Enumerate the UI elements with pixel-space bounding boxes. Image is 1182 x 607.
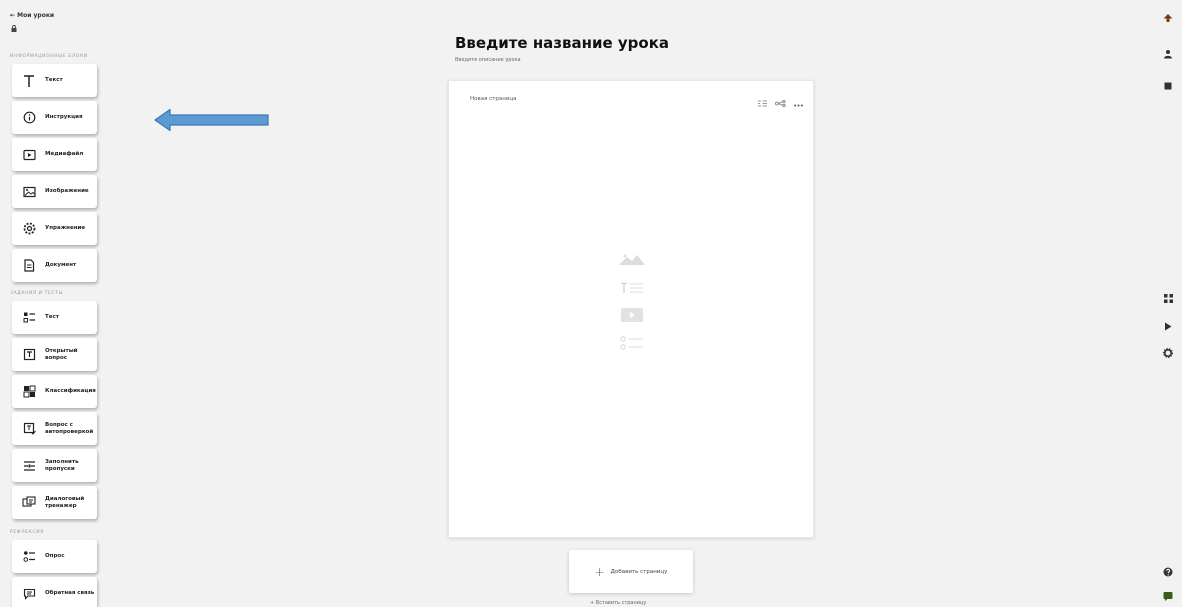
page-structure-icon[interactable]: [758, 92, 767, 111]
page-toolbar: [758, 92, 803, 111]
block-label: Обратная связь: [45, 590, 95, 597]
exercise-icon: [22, 222, 36, 236]
page-branch-icon[interactable]: [775, 92, 786, 111]
block-label: Медиафайл: [45, 151, 84, 158]
play-icon[interactable]: [1162, 320, 1174, 332]
chat-icon[interactable]: [1162, 590, 1174, 602]
block-label: Открытый вопрос: [45, 348, 78, 361]
block-label: Опрос: [45, 553, 65, 560]
info-icon: [22, 111, 36, 125]
media-icon: [22, 148, 36, 162]
list-placeholder-icon: [620, 335, 644, 354]
block-label: Текст: [45, 77, 63, 84]
insert-page-link[interactable]: + Вставить страницу: [590, 600, 646, 606]
help-icon[interactable]: [1162, 566, 1174, 578]
block-label: Классификация: [45, 388, 96, 395]
empty-page-placeholder: [614, 251, 650, 354]
block-label: Заполнить пропуски: [45, 459, 79, 472]
test-icon: [22, 311, 36, 325]
block-label: Упражнение: [45, 225, 86, 232]
image-icon: [22, 185, 36, 199]
block-label: Вопрос с автопроверкой: [45, 422, 94, 435]
block-media[interactable]: Медиафайл: [12, 138, 97, 171]
block-poll[interactable]: Опрос: [12, 540, 97, 573]
left-sidebar: ← Мои уроки информационные блоки Текст И…: [0, 0, 120, 607]
user-icon[interactable]: [1162, 48, 1174, 60]
section-reflection: рефлексия: [10, 530, 44, 535]
gear-icon[interactable]: [1162, 347, 1174, 359]
block-document[interactable]: Документ: [12, 249, 97, 282]
block-label: Документ: [45, 262, 77, 269]
lock-icon[interactable]: [11, 25, 17, 34]
lesson-description-input[interactable]: Введите описание урока: [455, 57, 521, 63]
upload-icon[interactable]: [1162, 12, 1174, 24]
block-autocheck-question[interactable]: Вопрос с автопроверкой: [12, 412, 97, 445]
classification-icon: [22, 385, 36, 399]
block-label: Тест: [45, 314, 59, 321]
back-to-lessons-link[interactable]: ← Мои уроки: [10, 12, 54, 19]
block-label: Диалоговый тренажер: [45, 496, 85, 509]
video-placeholder-icon: [621, 307, 643, 326]
document-icon: [22, 259, 36, 273]
more-icon[interactable]: [794, 92, 803, 111]
block-label: Инструкция: [45, 114, 83, 121]
block-text[interactable]: Текст: [12, 64, 97, 97]
poll-icon: [22, 550, 36, 564]
autocheck-icon: [22, 422, 36, 436]
block-instruction[interactable]: Инструкция: [12, 101, 97, 134]
stop-icon[interactable]: [1162, 80, 1174, 92]
text-placeholder-icon: [620, 279, 644, 298]
block-exercise[interactable]: Упражнение: [12, 212, 97, 245]
add-page-label: Добавить страницу: [610, 568, 668, 575]
block-test[interactable]: Тест: [12, 301, 97, 334]
block-image[interactable]: Изображение: [12, 175, 97, 208]
block-label: Изображение: [45, 188, 89, 195]
lesson-title-input[interactable]: Введите название урока: [455, 34, 669, 52]
block-classification[interactable]: Классификация: [12, 375, 97, 408]
grid-icon[interactable]: [1162, 292, 1174, 304]
right-toolbar: [1154, 0, 1182, 607]
section-tasks: задания и тесты: [10, 291, 64, 296]
block-feedback[interactable]: Обратная связь: [12, 577, 97, 607]
section-info-blocks: информационные блоки: [10, 54, 88, 59]
text-icon: [22, 74, 36, 88]
open-question-icon: [22, 348, 36, 362]
annotation-arrow: [154, 108, 270, 132]
dialog-trainer-icon: [22, 496, 36, 510]
block-dialog-trainer[interactable]: Диалоговый тренажер: [12, 486, 97, 519]
block-fill-gaps[interactable]: Заполнить пропуски: [12, 449, 97, 482]
block-open-question[interactable]: Открытый вопрос: [12, 338, 97, 371]
page-title[interactable]: Новая страница: [470, 96, 517, 102]
image-placeholder-icon: [618, 251, 646, 270]
lesson-page[interactable]: Новая страница: [448, 80, 814, 538]
fill-gaps-icon: [22, 459, 36, 473]
add-page-button[interactable]: + Добавить страницу: [569, 550, 693, 593]
feedback-icon: [22, 587, 36, 601]
plus-icon: +: [594, 564, 605, 579]
